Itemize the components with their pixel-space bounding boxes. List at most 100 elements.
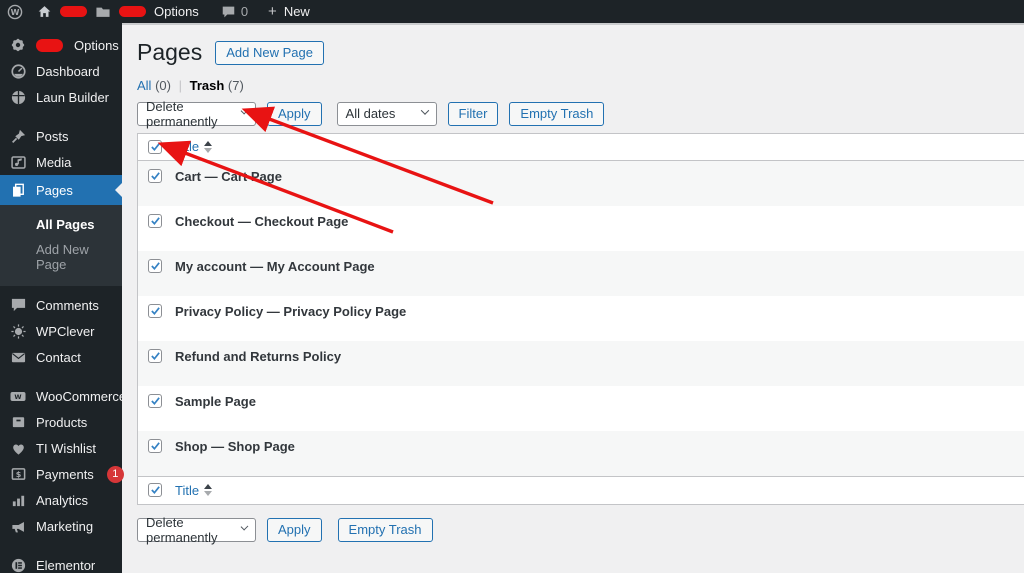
view-separator: | <box>178 77 182 93</box>
apply-button-bottom[interactable]: Apply <box>267 517 322 542</box>
sidebar-item-payments[interactable]: $ Payments 1 <box>0 461 124 487</box>
sidebar-item-wpclever[interactable]: WPClever <box>0 318 122 344</box>
main-content: Pages Add New Page All (0) | Trash (7) D… <box>122 23 1024 573</box>
page-row-title: Sample Page <box>175 393 256 409</box>
sidebar-item-pages[interactable]: Pages <box>0 175 122 205</box>
comment-count: 0 <box>240 4 249 19</box>
dates-filter-select[interactable]: All dates <box>336 101 437 126</box>
admin-bar: W Options 0 + New <box>0 0 1024 23</box>
table-row: Refund and Returns Policy <box>138 340 1024 386</box>
sidebar-item-add-new-page[interactable]: Add New Page <box>0 237 122 277</box>
table-row: Privacy Policy — Privacy Policy Page <box>138 296 1024 341</box>
sidebar-item-laun-builder[interactable]: Laun Builder <box>0 84 122 110</box>
select-all-checkbox-footer[interactable] <box>148 483 162 498</box>
elementor-icon <box>9 556 27 573</box>
bulk-action-select[interactable]: Delete permanently <box>137 98 256 129</box>
title-footer-label: Title <box>175 482 200 498</box>
row-checkbox[interactable] <box>148 213 162 228</box>
sidebar-item-woocommerce[interactable]: W WooCommerce <box>0 383 126 409</box>
redaction-scribble <box>119 6 146 17</box>
chevron-down-icon <box>420 106 429 115</box>
page-row-title: Shop — Shop Page <box>175 438 295 454</box>
sidebar-item-elementor[interactable]: Elementor <box>0 552 122 573</box>
menu-separator <box>0 370 122 383</box>
svg-text:W: W <box>14 392 21 400</box>
site-menu[interactable]: Options <box>30 0 206 23</box>
table-row: Checkout — Checkout Page <box>138 206 1024 251</box>
sidebar-item-options[interactable]: Options <box>0 32 122 58</box>
home-icon <box>37 4 52 19</box>
dashboard-icon <box>9 62 27 80</box>
svg-text:W: W <box>11 7 20 16</box>
table-toolbar-top: Delete permanently Apply All dates Filte… <box>137 98 1024 129</box>
sidebar-item-analytics[interactable]: Analytics <box>0 487 122 513</box>
payments-badge: 1 <box>106 465 124 483</box>
sidebar-item-contact[interactable]: Contact <box>0 344 122 370</box>
page-row-title: My account — My Account Page <box>175 258 375 274</box>
admin-sidebar: Options Dashboard Laun Builder Posts Med… <box>0 23 126 573</box>
woocommerce-icon: W <box>9 387 27 405</box>
envelope-icon <box>9 348 27 366</box>
sidebar-item-comments[interactable]: Comments <box>0 292 122 318</box>
dates-filter-value: All dates <box>345 106 396 122</box>
comment-bubble-icon <box>221 5 236 19</box>
site-menu-label: Options <box>154 4 199 19</box>
box-icon <box>9 413 27 431</box>
bulk-action-value: Delete permanently <box>146 98 218 129</box>
row-checkbox[interactable] <box>148 303 162 318</box>
redaction-scribble <box>60 6 87 17</box>
folder-icon <box>95 5 111 19</box>
plus-icon: + <box>268 3 277 20</box>
empty-trash-button-bottom[interactable]: Empty Trash <box>337 517 433 542</box>
sidebar-item-products[interactable]: Products <box>0 409 122 435</box>
table-toolbar-bottom: Delete permanently Apply Empty Trash <box>137 514 1024 545</box>
row-checkbox[interactable] <box>148 393 162 408</box>
redaction-scribble <box>36 38 63 52</box>
row-checkbox[interactable] <box>148 348 162 363</box>
bulk-action-value: Delete permanently <box>146 514 218 545</box>
view-filter-links: All (0) | Trash (7) <box>137 78 1024 93</box>
pages-list-table: Title Cart — Cart Page Checkout — Checko… <box>137 132 1024 505</box>
view-trash-link[interactable]: Trash <box>190 78 225 93</box>
apply-button[interactable]: Apply <box>267 101 322 126</box>
sort-arrows-icon <box>204 140 213 153</box>
sidebar-item-ti-wishlist[interactable]: TI Wishlist <box>0 435 122 461</box>
table-row: Shop — Shop Page <box>138 430 1024 476</box>
wordpress-logo-icon: W <box>7 4 23 20</box>
add-new-page-button[interactable]: Add New Page <box>215 40 324 65</box>
bulk-action-select-bottom[interactable]: Delete permanently <box>137 514 256 545</box>
empty-trash-button[interactable]: Empty Trash <box>509 101 605 126</box>
sidebar-item-dashboard[interactable]: Dashboard <box>0 58 122 84</box>
new-content-menu[interactable]: + New <box>261 0 317 23</box>
table-header-row: Title <box>138 134 1024 161</box>
page-row-title: Refund and Returns Policy <box>175 348 342 364</box>
select-all-checkbox[interactable] <box>148 139 162 154</box>
view-all-link[interactable]: All <box>137 78 151 93</box>
sidebar-item-posts[interactable]: Posts <box>0 123 122 149</box>
sidebar-item-all-pages[interactable]: All Pages <box>0 212 122 237</box>
sidebar-item-media[interactable]: Media <box>0 149 122 175</box>
page-row-title: Privacy Policy — Privacy Policy Page <box>175 303 407 319</box>
row-checkbox[interactable] <box>148 168 162 183</box>
sort-arrows-icon <box>204 484 213 497</box>
megaphone-icon <box>9 517 27 535</box>
active-menu-notch <box>115 183 122 197</box>
chevron-down-icon <box>240 522 249 531</box>
svg-text:$: $ <box>15 470 21 479</box>
table-row: Cart — Cart Page <box>138 160 1024 206</box>
row-checkbox[interactable] <box>148 438 162 453</box>
media-icon <box>9 153 27 171</box>
sidebar-item-marketing[interactable]: Marketing <box>0 513 122 539</box>
gear-icon <box>9 36 27 54</box>
title-column-footer[interactable]: Title <box>175 482 213 498</box>
table-row: Sample Page <box>138 386 1024 431</box>
menu-separator <box>0 110 122 123</box>
comments-icon <box>9 296 27 314</box>
wordpress-menu[interactable]: W <box>0 0 30 23</box>
title-column-header[interactable]: Title <box>175 139 213 154</box>
bar-chart-icon <box>9 491 27 509</box>
filter-button[interactable]: Filter <box>447 101 499 126</box>
comments-bubble[interactable]: 0 <box>214 0 255 23</box>
pages-icon <box>9 181 27 199</box>
row-checkbox[interactable] <box>148 258 162 273</box>
